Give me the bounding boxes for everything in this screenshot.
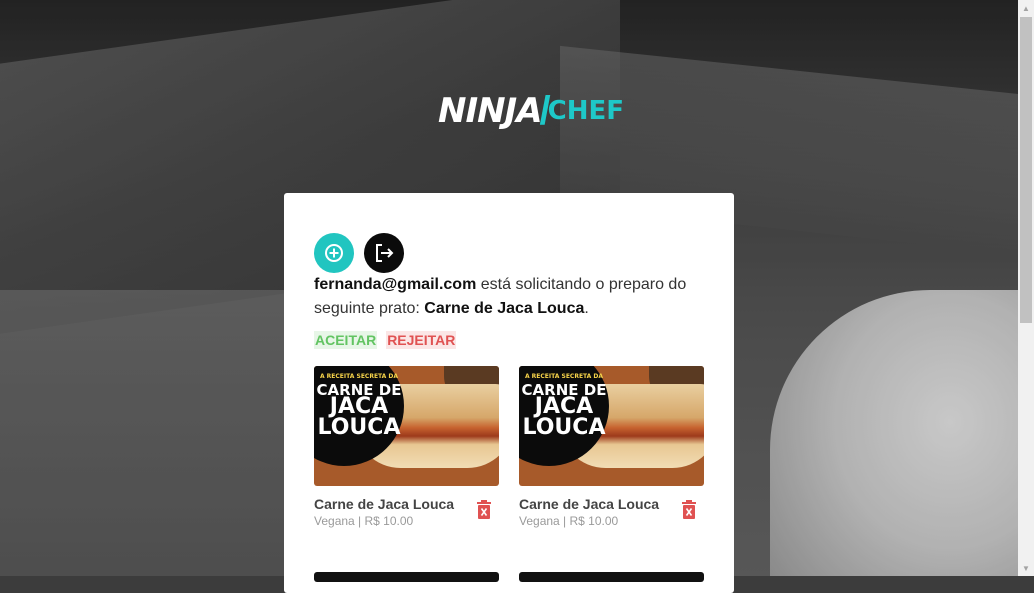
dish-image: A RECEITA SECRETA DA CARNE DE JACA LOUCA xyxy=(519,366,704,486)
dish-meta: Vegana | R$ 10.00 xyxy=(519,514,619,528)
decision-buttons: ACEITAR REJEITAR xyxy=(314,331,457,349)
request-message: fernanda@gmail.com está solicitando o pr… xyxy=(314,273,714,321)
dish-image-partial xyxy=(314,572,499,582)
logout-button[interactable] xyxy=(364,233,404,273)
scroll-up-icon[interactable]: ▲ xyxy=(1018,0,1034,16)
add-dish-button[interactable] xyxy=(314,233,354,273)
dish-name: Carne de Jaca Louca xyxy=(519,496,660,512)
dish-card[interactable]: A RECEITA SECRETA DA CARNE DE JACA LOUCA… xyxy=(519,366,704,528)
card-actions xyxy=(314,233,404,273)
logout-icon xyxy=(376,244,394,262)
accept-button[interactable]: ACEITAR xyxy=(314,331,378,349)
requested-dish: Carne de Jaca Louca xyxy=(424,300,585,317)
badge-small-text: A RECEITA SECRETA DA xyxy=(524,373,604,380)
trash-icon[interactable] xyxy=(680,500,698,520)
plus-circle-icon xyxy=(325,244,343,262)
reject-button[interactable]: REJEITAR xyxy=(386,331,457,349)
dish-meta: Vegana | R$ 10.00 xyxy=(314,514,414,528)
dish-image-partial xyxy=(519,572,704,582)
dish-card[interactable]: A RECEITA SECRETA DA CARNE DE JACA LOUCA… xyxy=(314,366,499,528)
scrollbar[interactable]: ▲ ▼ xyxy=(1018,0,1034,576)
scrollbar-thumb[interactable] xyxy=(1020,17,1032,323)
dish-name: Carne de Jaca Louca xyxy=(314,496,455,512)
logo-ninja-text: NINJA xyxy=(438,91,543,131)
dish-image: A RECEITA SECRETA DA CARNE DE JACA LOUCA xyxy=(314,366,499,486)
logo-chef-text: CHEF xyxy=(547,96,625,126)
badge-small-text: A RECEITA SECRETA DA xyxy=(319,373,399,380)
scroll-down-icon[interactable]: ▼ xyxy=(1018,560,1034,576)
ninjachef-logo: NINJA / CHEF xyxy=(438,88,624,134)
badge-line3: LOUCA xyxy=(522,414,606,440)
request-end: . xyxy=(584,300,589,317)
requester-email: fernanda@gmail.com xyxy=(314,276,477,293)
request-card: fernanda@gmail.com está solicitando o pr… xyxy=(284,193,734,593)
badge-line3: LOUCA xyxy=(317,414,401,440)
trash-icon[interactable] xyxy=(475,500,493,520)
